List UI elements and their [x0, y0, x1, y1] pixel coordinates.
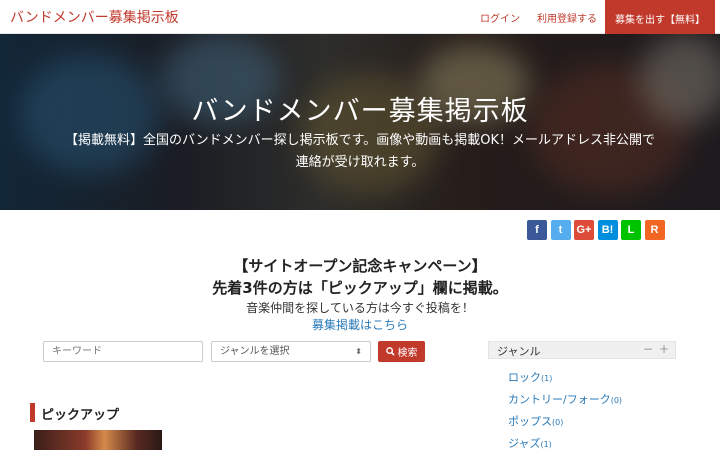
genre-link[interactable]: ポップス(0) [508, 413, 563, 429]
campaign-call-to-action: 音楽仲間を探している方は今すぐ投稿を！ [246, 301, 474, 315]
genre-count: (0) [610, 396, 623, 405]
hatena-bookmark-icon[interactable]: B! [597, 220, 618, 240]
register-link[interactable]: 利用登録する [537, 10, 597, 25]
genre-link[interactable]: ジャズ(1) [508, 435, 552, 451]
hero-subtitle: 【掲載無料】全国のバンドメンバー探し掲示板です。画像や動画も掲載OK！メールアド… [64, 133, 656, 170]
genre-count: (1) [541, 374, 553, 383]
pickup-thumbnail[interactable] [34, 430, 162, 450]
campaign-heading: 【サイトオープン記念キャンペーン】 [233, 257, 487, 275]
genre-select-value: ジャンルを選択 [220, 346, 290, 357]
genre-name: ロック [508, 371, 541, 384]
genre-count: (1) [540, 440, 552, 449]
genre-link[interactable]: カントリー/フォーク(0) [508, 391, 622, 407]
hero-banner: バンドメンバー募集掲示板 【掲載無料】全国のバンドメンバー探し掲示板です。画像や… [0, 34, 720, 210]
hero-title: バンドメンバー募集掲示板 [191, 96, 529, 127]
genre-name: ポップス [508, 415, 552, 428]
rss-icon[interactable]: R [644, 220, 665, 240]
search-button-label: 検索 [397, 348, 418, 359]
genre-name: カントリー/フォーク [508, 393, 611, 406]
genre-count: (0) [552, 418, 564, 427]
facebook-icon[interactable]: f [527, 220, 547, 240]
pickup-heading: ピックアップ [41, 408, 120, 423]
search-button[interactable]: 検索 [378, 341, 425, 362]
post-recruitment-button[interactable]: 募集を出す【無料】 [605, 0, 715, 37]
twitter-icon[interactable]: t [550, 220, 571, 240]
pickup-accent-bar [30, 403, 35, 422]
genre-widget-header: ジャンル − + [488, 341, 676, 359]
campaign-pickup-text: 先着3件の方は「ピックアップ」欄に掲載。 [212, 279, 508, 297]
login-link[interactable]: ログイン [480, 10, 520, 25]
keyword-search-input[interactable] [43, 341, 203, 362]
genre-widget-title: ジャンル [497, 345, 541, 358]
genre-select[interactable]: ジャンルを選択 ⬍ [211, 341, 371, 362]
expand-icon[interactable]: + [659, 342, 669, 356]
collapse-icon[interactable]: − [643, 342, 653, 356]
site-brand-link[interactable]: バンドメンバー募集掲示板 [10, 7, 179, 27]
line-icon[interactable]: L [621, 220, 641, 240]
search-icon [385, 347, 395, 356]
genre-link[interactable]: ロック(1) [508, 369, 552, 385]
google-plus-icon[interactable]: G+ [574, 220, 594, 240]
select-arrows-icon: ⬍ [355, 347, 362, 356]
post-listing-link[interactable]: 募集掲載はこちら [0, 316, 720, 333]
genre-name: ジャズ [508, 437, 541, 450]
